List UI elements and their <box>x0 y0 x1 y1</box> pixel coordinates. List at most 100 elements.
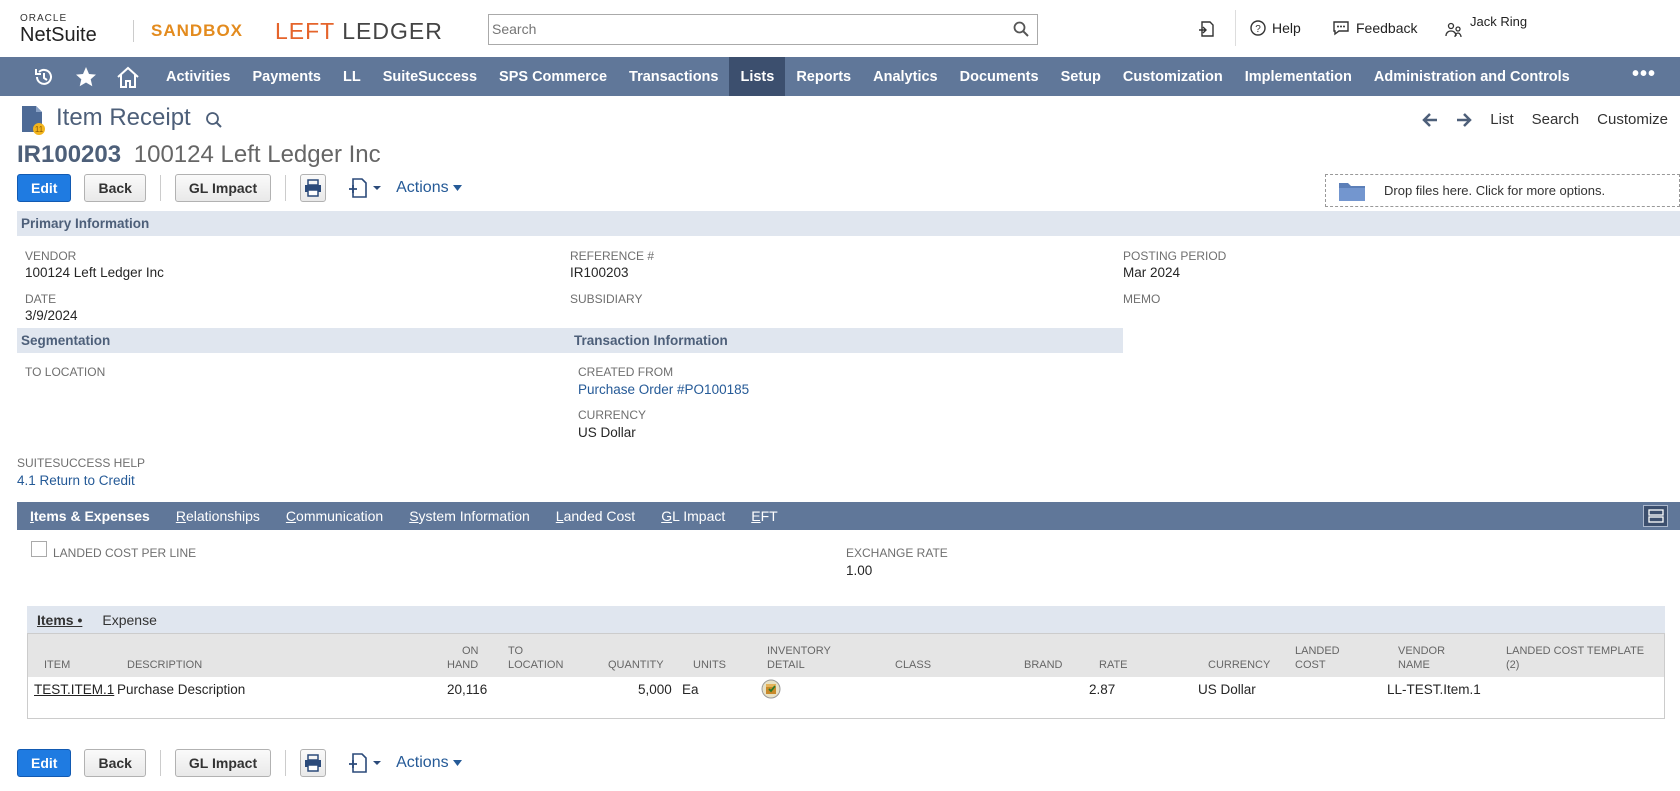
col-inventory-2[interactable]: DETAIL <box>767 658 805 672</box>
col-landed-template-2[interactable]: (2) <box>1506 658 1519 672</box>
tab-communication[interactable]: Communication <box>273 508 396 524</box>
actions-menu[interactable]: Actions <box>396 179 462 197</box>
col-landed-cost-1[interactable]: LANDED <box>1295 644 1340 658</box>
gl-impact-button[interactable]: GL Impact <box>174 174 272 202</box>
nav-item-activities[interactable]: Activities <box>155 57 241 96</box>
recent-icon[interactable] <box>27 57 61 96</box>
nav-item-administration-and-controls[interactable]: Administration and Controls <box>1363 57 1581 96</box>
tab-label: ommunication <box>296 508 384 524</box>
record-name: 100124 Left Ledger Inc <box>133 141 381 168</box>
subtab-expense[interactable]: Expense <box>92 606 166 633</box>
nav-item-customization[interactable]: Customization <box>1112 57 1234 96</box>
feedback-link[interactable]: Feedback <box>1332 20 1417 36</box>
edit-button[interactable]: Edit <box>17 749 72 777</box>
global-search[interactable] <box>488 14 1038 45</box>
recent-records-icon <box>1199 21 1214 37</box>
col-vendor-name-2[interactable]: NAME <box>1398 658 1430 672</box>
back-button[interactable]: Back <box>84 749 146 777</box>
col-to-location-1[interactable]: TO <box>508 644 523 658</box>
user-menu[interactable]: Jack Ring <box>1444 14 1527 40</box>
nav-item-reports[interactable]: Reports <box>785 57 862 96</box>
tab-system-information[interactable]: System Information <box>396 508 543 524</box>
segmentation-header[interactable]: Segmentation <box>17 328 573 353</box>
tab-landed-cost[interactable]: Landed Cost <box>543 508 648 524</box>
print-button[interactable] <box>300 749 327 777</box>
gl-impact-button[interactable]: GL Impact <box>174 749 272 777</box>
tab-relationships[interactable]: Relationships <box>163 508 273 524</box>
nav-more-button[interactable]: ••• <box>1632 63 1656 86</box>
nav-item-ll[interactable]: LL <box>332 57 372 96</box>
arrow-left-icon[interactable] <box>1422 112 1438 127</box>
primary-information-header[interactable]: Primary Information <box>17 211 1680 236</box>
inventory-detail-icon[interactable] <box>761 679 781 702</box>
created-from-link[interactable]: Purchase Order #PO100185 <box>578 382 749 397</box>
reference-value: IR100203 <box>570 265 629 280</box>
col-brand[interactable]: BRAND <box>1024 658 1063 672</box>
search-link[interactable]: Search <box>1532 111 1580 128</box>
nav-item-implementation[interactable]: Implementation <box>1234 57 1363 96</box>
col-description[interactable]: DESCRIPTION <box>127 658 202 672</box>
rate-cell: 2.87 <box>1089 682 1116 697</box>
item-link[interactable]: TEST.ITEM.1 <box>34 682 114 697</box>
help-link[interactable]: ? Help <box>1250 20 1301 36</box>
tab-items-expenses[interactable]: Items & Expenses <box>17 508 163 524</box>
col-landed-cost-2[interactable]: COST <box>1295 658 1326 672</box>
tab-accesskey: G <box>661 508 673 524</box>
customize-link[interactable]: Customize <box>1597 111 1668 128</box>
file-drop-zone[interactable]: Drop files here. Click for more options. <box>1325 174 1680 207</box>
edit-button[interactable]: Edit <box>17 174 72 202</box>
print-button[interactable] <box>300 174 327 202</box>
header-separator <box>1235 10 1236 46</box>
col-landed-template-1[interactable]: LANDED COST TEMPLATE <box>1506 644 1644 658</box>
recent-records-button[interactable] <box>1198 20 1216 38</box>
col-inventory-1[interactable]: INVENTORY <box>767 644 831 658</box>
star-icon[interactable] <box>69 57 103 96</box>
new-document-menu[interactable] <box>348 752 382 774</box>
nav-item-analytics[interactable]: Analytics <box>862 57 948 96</box>
tab-accesskey: S <box>409 508 419 524</box>
tab-label: FT <box>760 508 778 524</box>
chevron-down-icon <box>373 186 382 190</box>
logo-left-text: LEFT <box>275 18 335 44</box>
transaction-information-header[interactable]: Transaction Information <box>570 328 1123 353</box>
tab-gl-impact[interactable]: GL Impact <box>648 508 738 524</box>
nav-item-documents[interactable]: Documents <box>949 57 1050 96</box>
nav-item-setup[interactable]: Setup <box>1050 57 1112 96</box>
col-vendor-name-1[interactable]: VENDOR <box>1398 644 1445 658</box>
nav-item-suitesuccess[interactable]: SuiteSuccess <box>372 57 488 96</box>
nav-item-sps-commerce[interactable]: SPS Commerce <box>488 57 618 96</box>
nav-item-payments[interactable]: Payments <box>241 57 332 96</box>
new-document-menu[interactable] <box>348 177 382 199</box>
col-to-location-2[interactable]: LOCATION <box>508 658 563 672</box>
col-item[interactable]: ITEM <box>44 658 70 672</box>
search-icon[interactable] <box>1013 21 1029 37</box>
nav-item-lists[interactable]: Lists <box>729 57 786 96</box>
help-icon: ? <box>1250 20 1266 36</box>
tab-layout-toggle[interactable] <box>1643 505 1668 527</box>
arrow-right-icon[interactable] <box>1456 112 1473 127</box>
search-input[interactable] <box>489 15 989 43</box>
tab-eft[interactable]: EFT <box>738 508 790 524</box>
drop-zone-text: Drop files here. Click for more options. <box>1384 183 1606 198</box>
subsidiary-label: SUBSIDIARY <box>570 292 643 306</box>
nav-item-transactions[interactable]: Transactions <box>618 57 729 96</box>
col-quantity[interactable]: QUANTITY <box>608 658 664 672</box>
list-link[interactable]: List <box>1490 111 1513 128</box>
col-class[interactable]: CLASS <box>895 658 931 672</box>
help-label: Help <box>1272 20 1301 36</box>
search-icon[interactable] <box>205 111 223 129</box>
actions-menu[interactable]: Actions <box>396 754 462 772</box>
col-on-hand-2[interactable]: HAND <box>447 658 478 672</box>
netsuite-logo[interactable]: ORACLE NetSuite <box>20 14 97 47</box>
date-label: DATE <box>25 292 57 306</box>
landed-cost-per-line-checkbox[interactable] <box>31 541 47 557</box>
back-button[interactable]: Back <box>84 174 146 202</box>
printer-icon <box>305 754 322 772</box>
col-rate[interactable]: RATE <box>1099 658 1128 672</box>
col-units[interactable]: UNITS <box>693 658 726 672</box>
col-currency[interactable]: CURRENCY <box>1208 658 1270 672</box>
subtab-items[interactable]: Items • <box>27 606 93 633</box>
home-icon[interactable] <box>111 57 145 96</box>
col-on-hand-1[interactable]: ON <box>462 644 479 658</box>
suitesuccess-help-link[interactable]: 4.1 Return to Credit <box>17 473 135 488</box>
